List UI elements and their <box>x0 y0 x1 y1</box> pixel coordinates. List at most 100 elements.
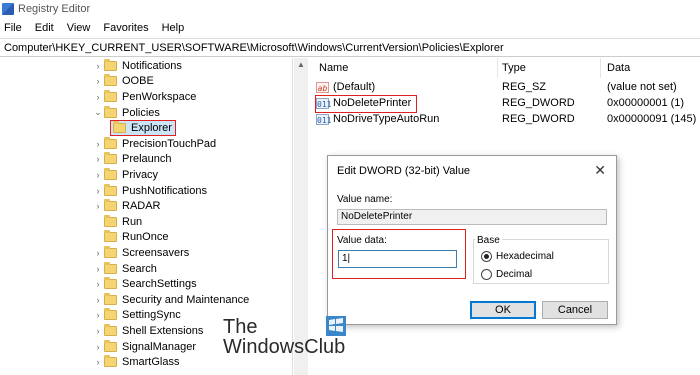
chevron-right-icon[interactable]: › <box>92 139 104 149</box>
tree-item-label: OOBE <box>122 75 154 88</box>
folder-icon <box>104 152 117 165</box>
value-row-nodrivetypeautorun[interactable]: 011 NoDriveTypeAutoRun REG_DWORD 0x00000… <box>316 112 700 128</box>
column-divider[interactable] <box>600 58 601 78</box>
dialog-title: Edit DWORD (32-bit) Value <box>337 165 471 177</box>
value-name: NoDriveTypeAutoRun <box>333 113 440 125</box>
menu-bar: File Edit View Favorites Help <box>0 19 197 37</box>
chevron-right-icon[interactable]: › <box>92 92 104 102</box>
folder-icon <box>104 105 117 118</box>
tree-item-run[interactable]: Run <box>92 214 142 230</box>
ok-button[interactable]: OK <box>470 301 536 319</box>
tree-item-label: Policies <box>122 106 160 119</box>
tree-item-notifications[interactable]: › Notifications <box>92 58 182 74</box>
value-data: 0x00000001 (1) <box>607 97 685 109</box>
tree-item-searchsettings[interactable]: › SearchSettings <box>92 276 197 292</box>
tree-item-label: Screensavers <box>122 246 190 259</box>
value-row-default[interactable]: ab (Default) REG_SZ (value not set) <box>316 80 700 96</box>
tree-item-screensavers[interactable]: › Screensavers <box>92 245 189 261</box>
value-data: (value not set) <box>607 81 677 93</box>
chevron-right-icon[interactable]: › <box>92 76 104 86</box>
chevron-right-icon[interactable]: › <box>92 279 104 289</box>
registry-editor-icon <box>2 3 14 15</box>
chevron-right-icon[interactable]: › <box>92 248 104 258</box>
tree-item-label: SettingSync <box>122 309 181 322</box>
chevron-right-icon[interactable]: › <box>92 326 104 336</box>
folder-icon <box>104 199 117 212</box>
address-bar[interactable]: Computer\HKEY_CURRENT_USER\SOFTWARE\Micr… <box>0 38 700 57</box>
chevron-right-icon[interactable]: › <box>92 61 104 71</box>
chevron-right-icon[interactable]: › <box>92 264 104 274</box>
folder-icon <box>104 167 117 180</box>
value-data-label: Value data: <box>337 235 387 246</box>
column-header-type[interactable]: Type <box>502 62 526 74</box>
menu-edit[interactable]: Edit <box>35 22 54 34</box>
cancel-button[interactable]: Cancel <box>542 301 608 319</box>
column-header-data[interactable]: Data <box>607 62 630 74</box>
value-type: REG_DWORD <box>502 113 575 125</box>
folder-icon <box>104 355 117 368</box>
tree-item-explorer[interactable]: Explorer <box>110 120 176 136</box>
string-value-icon: ab <box>316 82 329 93</box>
tree-item-label: SmartGlass <box>122 356 180 369</box>
title-bar: Registry Editor <box>0 0 700 18</box>
menu-view[interactable]: View <box>67 22 91 34</box>
tree-item-security-and-maintenance[interactable]: › Security and Maintenance <box>92 292 249 308</box>
tree-item-label: RunOnce <box>122 231 169 244</box>
chevron-right-icon[interactable]: › <box>92 295 104 305</box>
folder-icon <box>104 308 117 321</box>
menu-favorites[interactable]: Favorites <box>103 22 148 34</box>
menu-file[interactable]: File <box>4 22 22 34</box>
chevron-right-icon[interactable]: › <box>92 154 104 164</box>
value-type: REG_SZ <box>502 81 547 93</box>
value-data-input[interactable]: 1| <box>338 250 457 268</box>
tree-item-label: Search <box>122 262 157 275</box>
tree-item-label: SearchSettings <box>122 278 197 291</box>
value-name-field: NoDeletePrinter <box>337 209 607 225</box>
tree-item-label: Explorer <box>131 121 172 134</box>
tree-item-label: PrecisionTouchPad <box>122 137 217 150</box>
folder-icon <box>104 89 117 102</box>
folder-icon <box>104 292 117 305</box>
hexadecimal-label[interactable]: Hexadecimal <box>496 251 554 262</box>
chevron-down-icon[interactable]: ⌄ <box>92 107 104 118</box>
tree-item-label: PushNotifications <box>122 184 207 197</box>
tree-item-settingsync[interactable]: › SettingSync <box>92 308 181 324</box>
chevron-right-icon[interactable]: › <box>92 342 104 352</box>
tree-item-smartglass[interactable]: › SmartGlass <box>92 354 179 370</box>
tree-item-radar[interactable]: › RADAR <box>92 198 161 214</box>
tree-scrollbar[interactable]: ▲ <box>294 58 308 375</box>
tree-item-label: Shell Extensions <box>122 324 204 337</box>
tree-item-precisiontouchpad[interactable]: › PrecisionTouchPad <box>92 136 216 152</box>
base-label: Base <box>475 235 502 246</box>
tree-item-penworkspace[interactable]: › PenWorkspace <box>92 89 196 105</box>
tree-item-oobe[interactable]: › OOBE <box>92 74 154 90</box>
chevron-right-icon[interactable]: › <box>92 201 104 211</box>
tree-item-policies[interactable]: ⌄ Policies <box>92 105 160 121</box>
chevron-right-icon[interactable]: › <box>92 186 104 196</box>
tree-item-prelaunch[interactable]: › Prelaunch <box>92 152 172 168</box>
value-name: (Default) <box>333 81 376 93</box>
hexadecimal-radio[interactable] <box>481 251 492 262</box>
tree-item-privacy[interactable]: › Privacy <box>92 167 158 183</box>
chevron-right-icon[interactable]: › <box>92 170 104 180</box>
chevron-right-icon[interactable]: › <box>92 310 104 320</box>
column-header-name[interactable]: Name <box>319 62 348 74</box>
tree-item-search[interactable]: › Search <box>92 261 157 277</box>
folder-icon <box>104 214 117 227</box>
decimal-label[interactable]: Decimal <box>496 269 532 280</box>
tree-item-label: Notifications <box>122 59 182 72</box>
tree-item-pushnotifications[interactable]: › PushNotifications <box>92 183 207 199</box>
tree-item-shell-extensions[interactable]: › Shell Extensions <box>92 323 203 339</box>
tree-item-label: Security and Maintenance <box>122 293 250 306</box>
menu-help[interactable]: Help <box>162 22 185 34</box>
column-divider[interactable] <box>497 58 498 78</box>
folder-icon <box>104 58 117 71</box>
tree-item-runonce[interactable]: RunOnce <box>92 230 168 246</box>
close-icon[interactable]: ✕ <box>594 162 606 179</box>
tree-item-signalmanager[interactable]: › SignalManager <box>92 339 196 355</box>
chevron-right-icon[interactable]: › <box>92 357 104 367</box>
tree-item-label: PenWorkspace <box>122 90 197 103</box>
decimal-radio[interactable] <box>481 269 492 280</box>
folder-icon <box>104 136 117 149</box>
scroll-up-icon[interactable]: ▲ <box>297 60 305 69</box>
